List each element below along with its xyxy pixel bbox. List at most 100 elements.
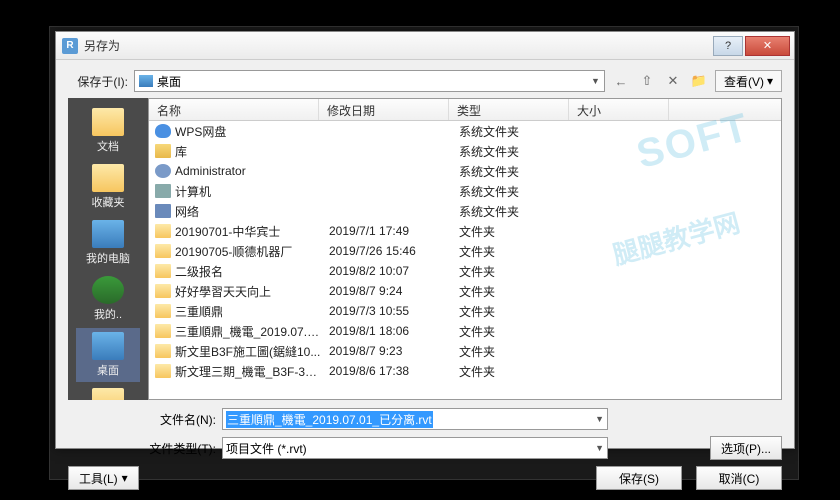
- sidebar-label: 我的..: [94, 306, 122, 322]
- file-row[interactable]: Administrator 系统文件夹: [149, 161, 781, 181]
- file-date: 2019/8/7 9:23: [321, 344, 451, 358]
- places-sidebar: 文档收藏夹我的电脑我的.. 桌面: [68, 98, 148, 400]
- sidebar-label: 桌面: [97, 362, 119, 378]
- globe-icon: [92, 276, 124, 304]
- file-row[interactable]: 库 系统文件夹: [149, 141, 781, 161]
- filename-input[interactable]: 三重順鼎_機電_2019.07.01_已分离.rvt ▼: [222, 408, 608, 430]
- file-type: 文件夹: [451, 363, 571, 380]
- sidebar-item-3[interactable]: 我的..: [76, 272, 140, 326]
- file-list-area: SOFT 腿腿教学网 名称 修改日期 类型 大小 WPS网盘系统文件夹库系统文件…: [148, 98, 782, 400]
- file-type: 文件夹: [451, 263, 571, 280]
- filetype-select[interactable]: 项目文件 (*.rvt) ▼: [222, 437, 608, 459]
- fold-icon: [155, 264, 171, 278]
- filetype-value: 项目文件 (*.rvt): [226, 440, 307, 457]
- file-date: 2019/8/7 9:24: [321, 284, 451, 298]
- sidebar-item-2[interactable]: 我的电脑: [76, 216, 140, 270]
- file-name: 库: [175, 143, 321, 160]
- options-button[interactable]: 选项(P)...: [710, 436, 782, 460]
- file-type: 文件夹: [451, 323, 571, 340]
- file-type: 系统文件夹: [451, 143, 571, 160]
- fold-icon: [155, 244, 171, 258]
- sidebar-item-5[interactable]: [76, 384, 140, 400]
- fold-icon: [155, 364, 171, 378]
- fold-icon: [155, 344, 171, 358]
- file-row[interactable]: 斯文理三期_機電_B3F-3F...2019/8/6 17:38文件夹: [149, 361, 781, 381]
- file-name: Administrator: [175, 164, 321, 178]
- sidebar-item-1[interactable]: 收藏夹: [76, 160, 140, 214]
- file-row[interactable]: 网络 系统文件夹: [149, 201, 781, 221]
- file-name: 20190701-中华宾士: [175, 223, 321, 240]
- cancel-button[interactable]: 取消(C): [696, 466, 782, 490]
- chevron-down-icon[interactable]: ▼: [595, 414, 604, 424]
- view-button[interactable]: 查看(V)▾: [715, 70, 782, 92]
- file-row[interactable]: WPS网盘 系统文件夹: [149, 121, 781, 141]
- file-name: 计算机: [175, 183, 321, 200]
- file-type: 系统文件夹: [451, 203, 571, 220]
- col-type[interactable]: 类型: [449, 99, 569, 120]
- file-row[interactable]: 20190705-顺德机器厂2019/7/26 15:46文件夹: [149, 241, 781, 261]
- fold-icon: [155, 224, 171, 238]
- monitor-icon: [92, 220, 124, 248]
- file-row[interactable]: 二级报名2019/8/2 10:07文件夹: [149, 261, 781, 281]
- folder-icon: [92, 388, 124, 400]
- file-row[interactable]: 计算机 系统文件夹: [149, 181, 781, 201]
- file-date: 2019/7/3 10:55: [321, 304, 451, 318]
- fold-icon: [155, 324, 171, 338]
- file-type: 文件夹: [451, 283, 571, 300]
- file-type: 文件夹: [451, 243, 571, 260]
- bottom-row: 工具(L)▾ 保存(S) 取消(C): [68, 466, 782, 490]
- file-name: 二级报名: [175, 263, 321, 280]
- user-icon: [155, 164, 171, 178]
- file-type: 系统文件夹: [451, 183, 571, 200]
- comp-icon: [155, 184, 171, 198]
- file-row[interactable]: 三重順鼎_機電_2019.07.0...2019/8/1 18:06文件夹: [149, 321, 781, 341]
- new-folder-icon[interactable]: 📁: [689, 72, 709, 90]
- fold-icon: [155, 304, 171, 318]
- filetype-label: 文件类型(T):: [68, 440, 216, 457]
- file-date: 2019/8/1 18:06: [321, 324, 451, 338]
- save-location-select[interactable]: 桌面 ▼: [134, 70, 605, 92]
- delete-icon[interactable]: ✕: [663, 72, 683, 90]
- file-type: 文件夹: [451, 223, 571, 240]
- tools-button[interactable]: 工具(L)▾: [68, 466, 139, 490]
- file-name: 网络: [175, 203, 321, 220]
- close-button[interactable]: ✕: [745, 36, 790, 56]
- sidebar-item-4[interactable]: 桌面: [76, 328, 140, 382]
- col-name[interactable]: 名称: [149, 99, 319, 120]
- file-name: 斯文里B3F施工圖(鋸縫10...: [175, 343, 321, 360]
- file-row[interactable]: 斯文里B3F施工圖(鋸縫10...2019/8/7 9:23文件夹: [149, 341, 781, 361]
- chevron-down-icon: ▼: [591, 76, 600, 86]
- chevron-down-icon[interactable]: ▼: [595, 443, 604, 453]
- action-buttons: 保存(S) 取消(C): [596, 466, 782, 490]
- file-type: 系统文件夹: [451, 123, 571, 140]
- filename-row: 文件名(N): 三重順鼎_機電_2019.07.01_已分离.rvt ▼: [68, 408, 782, 430]
- file-name: 三重順鼎: [175, 303, 321, 320]
- file-row[interactable]: 20190701-中华宾士2019/7/1 17:49文件夹: [149, 221, 781, 241]
- save-button[interactable]: 保存(S): [596, 466, 682, 490]
- main-area: 文档收藏夹我的电脑我的..桌面 SOFT 腿腿教学网 名称 修改日期 类型 大小…: [68, 98, 782, 400]
- file-row[interactable]: 三重順鼎2019/7/3 10:55文件夹: [149, 301, 781, 321]
- save-in-row: 保存于(I): 桌面 ▼ ← ⇧ ✕ 📁 查看(V)▾: [68, 70, 782, 92]
- file-name: WPS网盘: [175, 123, 321, 140]
- col-size[interactable]: 大小: [569, 99, 669, 120]
- titlebar: R 另存为 ? ✕: [56, 32, 794, 60]
- folder-icon: [92, 164, 124, 192]
- sidebar-label: 文档: [97, 138, 119, 154]
- back-icon[interactable]: ←: [611, 72, 631, 90]
- file-date: 2019/7/1 17:49: [321, 224, 451, 238]
- file-type: 系统文件夹: [451, 163, 571, 180]
- column-headers: 名称 修改日期 类型 大小: [149, 99, 781, 121]
- file-list[interactable]: WPS网盘系统文件夹库系统文件夹Administrator系统文件夹计算机系统文…: [149, 121, 781, 399]
- help-button[interactable]: ?: [713, 36, 743, 56]
- filename-label: 文件名(N):: [68, 411, 216, 428]
- file-row[interactable]: 好好學習天天向上2019/8/7 9:24文件夹: [149, 281, 781, 301]
- up-icon[interactable]: ⇧: [637, 72, 657, 90]
- save-location-text: 桌面: [157, 73, 181, 90]
- dialog-title: 另存为: [84, 37, 120, 54]
- net-icon: [155, 204, 171, 218]
- lib-icon: [155, 144, 171, 158]
- sidebar-item-0[interactable]: 文档: [76, 104, 140, 158]
- col-date[interactable]: 修改日期: [319, 99, 449, 120]
- desktop-icon: [139, 75, 153, 87]
- file-date: 2019/7/26 15:46: [321, 244, 451, 258]
